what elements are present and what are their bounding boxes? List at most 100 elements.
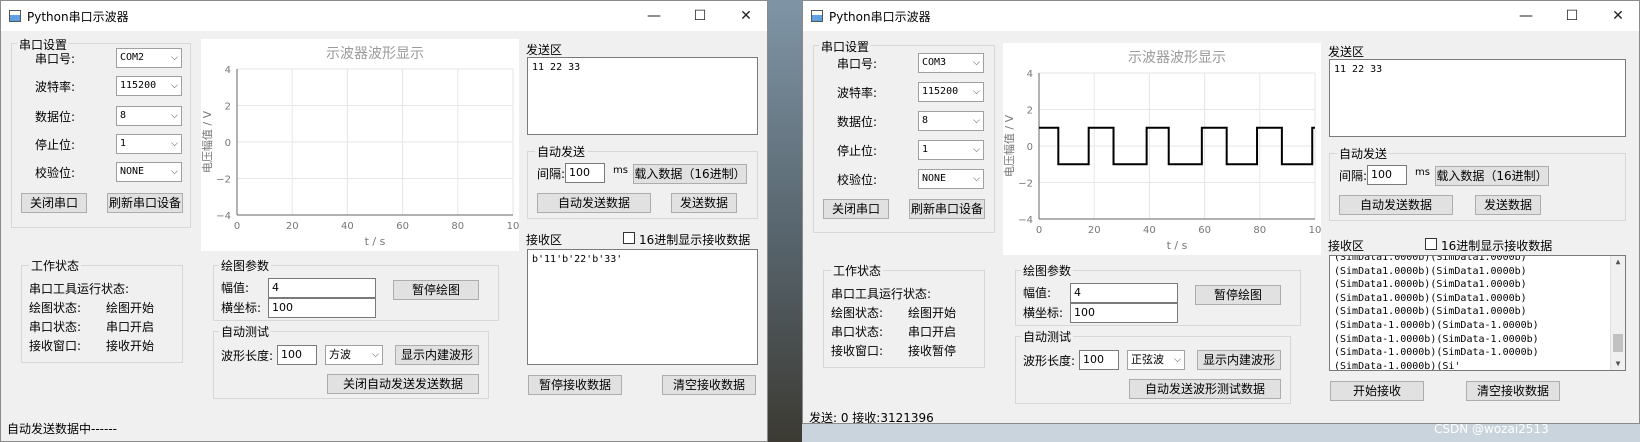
auto-send-button[interactable]: 自动发送数据 <box>1339 195 1453 215</box>
scroll-thumb[interactable] <box>1613 334 1623 352</box>
auto-send-button[interactable]: 自动发送数据 <box>537 193 651 213</box>
status-heading: 串口工具运行状态: <box>29 282 130 296</box>
combo-value: 115200 <box>922 86 959 97</box>
auto-test-send-button[interactable]: 关闭自动发送发送数据 <box>327 374 479 394</box>
xaxis-input[interactable]: 100 <box>1070 303 1178 323</box>
status-bar-text: 发送: 0 接收:3121396 <box>809 411 934 424</box>
x-tick-label: 60 <box>1198 225 1211 236</box>
y-tick-label: 0 <box>1027 142 1033 153</box>
send-textarea[interactable]: 11 22 33 <box>527 57 758 135</box>
auto-send-title: 自动发送 <box>535 143 588 160</box>
label-data-bits: 数据位: <box>35 110 76 124</box>
scroll-up-icon[interactable]: ▲ <box>1611 256 1625 268</box>
wave-type-combo[interactable]: 方波 ⌵ <box>325 345 383 365</box>
combo-data-bits[interactable]: 8 ⌵ <box>918 111 984 131</box>
combo-stop-bits[interactable]: 1 ⌵ <box>918 140 984 160</box>
plot-status-value: 绘图开始 <box>106 301 155 315</box>
plot-status-label: 绘图状态: <box>29 301 82 315</box>
hex-display-checkbox[interactable] <box>1425 238 1437 250</box>
close-port-button[interactable]: 关闭串口 <box>823 199 889 219</box>
pause-plot-button[interactable]: 暂停绘图 <box>393 280 479 300</box>
interval-input[interactable]: 100 <box>565 163 605 183</box>
amplitude-input[interactable]: 4 <box>1070 283 1178 303</box>
label-stop-bits: 停止位: <box>837 144 878 158</box>
send-button[interactable]: 发送数据 <box>1475 195 1541 215</box>
combo-parity[interactable]: NONE ⌵ <box>116 162 182 182</box>
chevron-down-icon: ⌵ <box>171 53 178 63</box>
amplitude-input[interactable]: 4 <box>268 278 376 298</box>
oscilloscope-plot: 4 2 0 −2 −4 0 20 40 60 80 10 示波器波形显示 t / s 电压幅值 / V <box>1003 43 1321 255</box>
serial-settings-title: 串口设置 <box>819 38 872 55</box>
window-title: Python串口示波器 <box>829 10 931 24</box>
x-tick-label: 80 <box>451 221 464 232</box>
combo-value: 8 <box>922 115 929 126</box>
oscilloscope-plot: 4 2 0 −2 −4 0 20 40 60 80 10 示波器波形显示 t / s 电压幅值 / V <box>201 39 519 251</box>
hex-display-label: 16进制显示接收数据 <box>639 233 751 247</box>
scroll-down-icon[interactable]: ▼ <box>1611 358 1625 370</box>
clear-receive-button[interactable]: 清空接收数据 <box>662 375 756 395</box>
receive-area-title: 接收区 <box>526 233 563 247</box>
wave-type-combo[interactable]: 正弦波 ⌵ <box>1127 350 1185 370</box>
close-port-button[interactable]: 关闭串口 <box>21 193 87 213</box>
receive-toggle-button[interactable]: 开始接收 <box>1330 381 1424 401</box>
app-icon <box>811 10 823 22</box>
refresh-devices-button[interactable]: 刷新串口设备 <box>909 199 985 219</box>
close-button[interactable]: ✕ <box>723 1 767 31</box>
combo-baud-rate[interactable]: 115200 ⌵ <box>116 76 182 96</box>
xaxis-input[interactable]: 100 <box>268 298 376 318</box>
xaxis-label: 横坐标: <box>221 301 262 315</box>
y-tick-label: 2 <box>225 102 231 113</box>
send-area-title: 发送区 <box>1328 45 1365 59</box>
x-axis-label: t / s <box>365 235 386 248</box>
hex-display-label: 16进制显示接收数据 <box>1441 239 1553 253</box>
receive-window-status-label: 接收窗口: <box>831 344 884 358</box>
receive-content: (SimData1.0000b)(SimData1.0000b) (SimDat… <box>1334 255 1539 371</box>
combo-value: 115200 <box>120 80 157 91</box>
load-hex-button[interactable]: 载入数据（16进制） <box>1435 166 1549 186</box>
combo-data-bits[interactable]: 8 ⌵ <box>116 106 182 126</box>
combo-value: NONE <box>922 173 947 184</box>
minimize-button[interactable]: — <box>1503 1 1549 31</box>
interval-label: 间隔: <box>1339 169 1368 183</box>
send-textarea[interactable]: 11 22 33 <box>1329 59 1626 137</box>
desktop-background <box>768 0 802 442</box>
clear-receive-button[interactable]: 清空接收数据 <box>1466 381 1560 401</box>
maximize-button[interactable]: ☐ <box>1549 1 1595 31</box>
wave-length-input[interactable]: 100 <box>277 345 317 365</box>
combo-baud-rate[interactable]: 115200 ⌵ <box>918 82 984 102</box>
show-builtin-wave-button[interactable]: 显示内建波形 <box>1197 350 1281 370</box>
y-axis-label: 电压幅值 / V <box>1003 114 1016 177</box>
minimize-button[interactable]: — <box>631 1 677 31</box>
auto-test-send-button[interactable]: 自动发送波形测试数据 <box>1129 379 1281 399</box>
interval-unit: ms <box>613 165 628 176</box>
interval-input[interactable]: 100 <box>1367 165 1407 185</box>
wave-length-input[interactable]: 100 <box>1079 350 1119 370</box>
combo-parity[interactable]: NONE ⌵ <box>918 169 984 189</box>
pause-plot-button[interactable]: 暂停绘图 <box>1195 285 1281 305</box>
close-button[interactable]: ✕ <box>1595 1 1639 31</box>
receive-textarea[interactable]: b'11'b'22'b'33' <box>527 249 758 365</box>
label-baud-rate: 波特率: <box>35 80 76 94</box>
y-tick-label: −4 <box>216 211 231 222</box>
x-tick-label: 40 <box>1143 225 1156 236</box>
receive-textarea[interactable]: (SimData1.0000b)(SimData1.0000b) (SimDat… <box>1329 255 1626 371</box>
x-axis-label: t / s <box>1167 239 1188 252</box>
receive-scrollbar[interactable]: ▲ ▼ <box>1610 256 1625 370</box>
show-builtin-wave-button[interactable]: 显示内建波形 <box>395 345 479 365</box>
send-button[interactable]: 发送数据 <box>671 193 737 213</box>
port-status-label: 串口状态: <box>29 320 82 334</box>
combo-stop-bits[interactable]: 1 ⌵ <box>116 134 182 154</box>
wave-length-label: 波形长度: <box>1023 354 1076 368</box>
combo-port[interactable]: COM2 ⌵ <box>116 48 182 68</box>
receive-toggle-button[interactable]: 暂停接收数据 <box>528 375 622 395</box>
combo-port[interactable]: COM3 ⌵ <box>918 53 984 73</box>
hex-display-checkbox[interactable] <box>623 232 635 244</box>
refresh-devices-button[interactable]: 刷新串口设备 <box>107 193 183 213</box>
y-axis-label: 电压幅值 / V <box>201 110 214 173</box>
receive-window-status-label: 接收窗口: <box>29 339 82 353</box>
y-tick-label: 0 <box>225 138 231 149</box>
load-hex-button[interactable]: 载入数据（16进制） <box>633 164 747 184</box>
y-tick-label: −2 <box>216 175 231 186</box>
maximize-button[interactable]: ☐ <box>677 1 723 31</box>
plot-status-label: 绘图状态: <box>831 306 884 320</box>
